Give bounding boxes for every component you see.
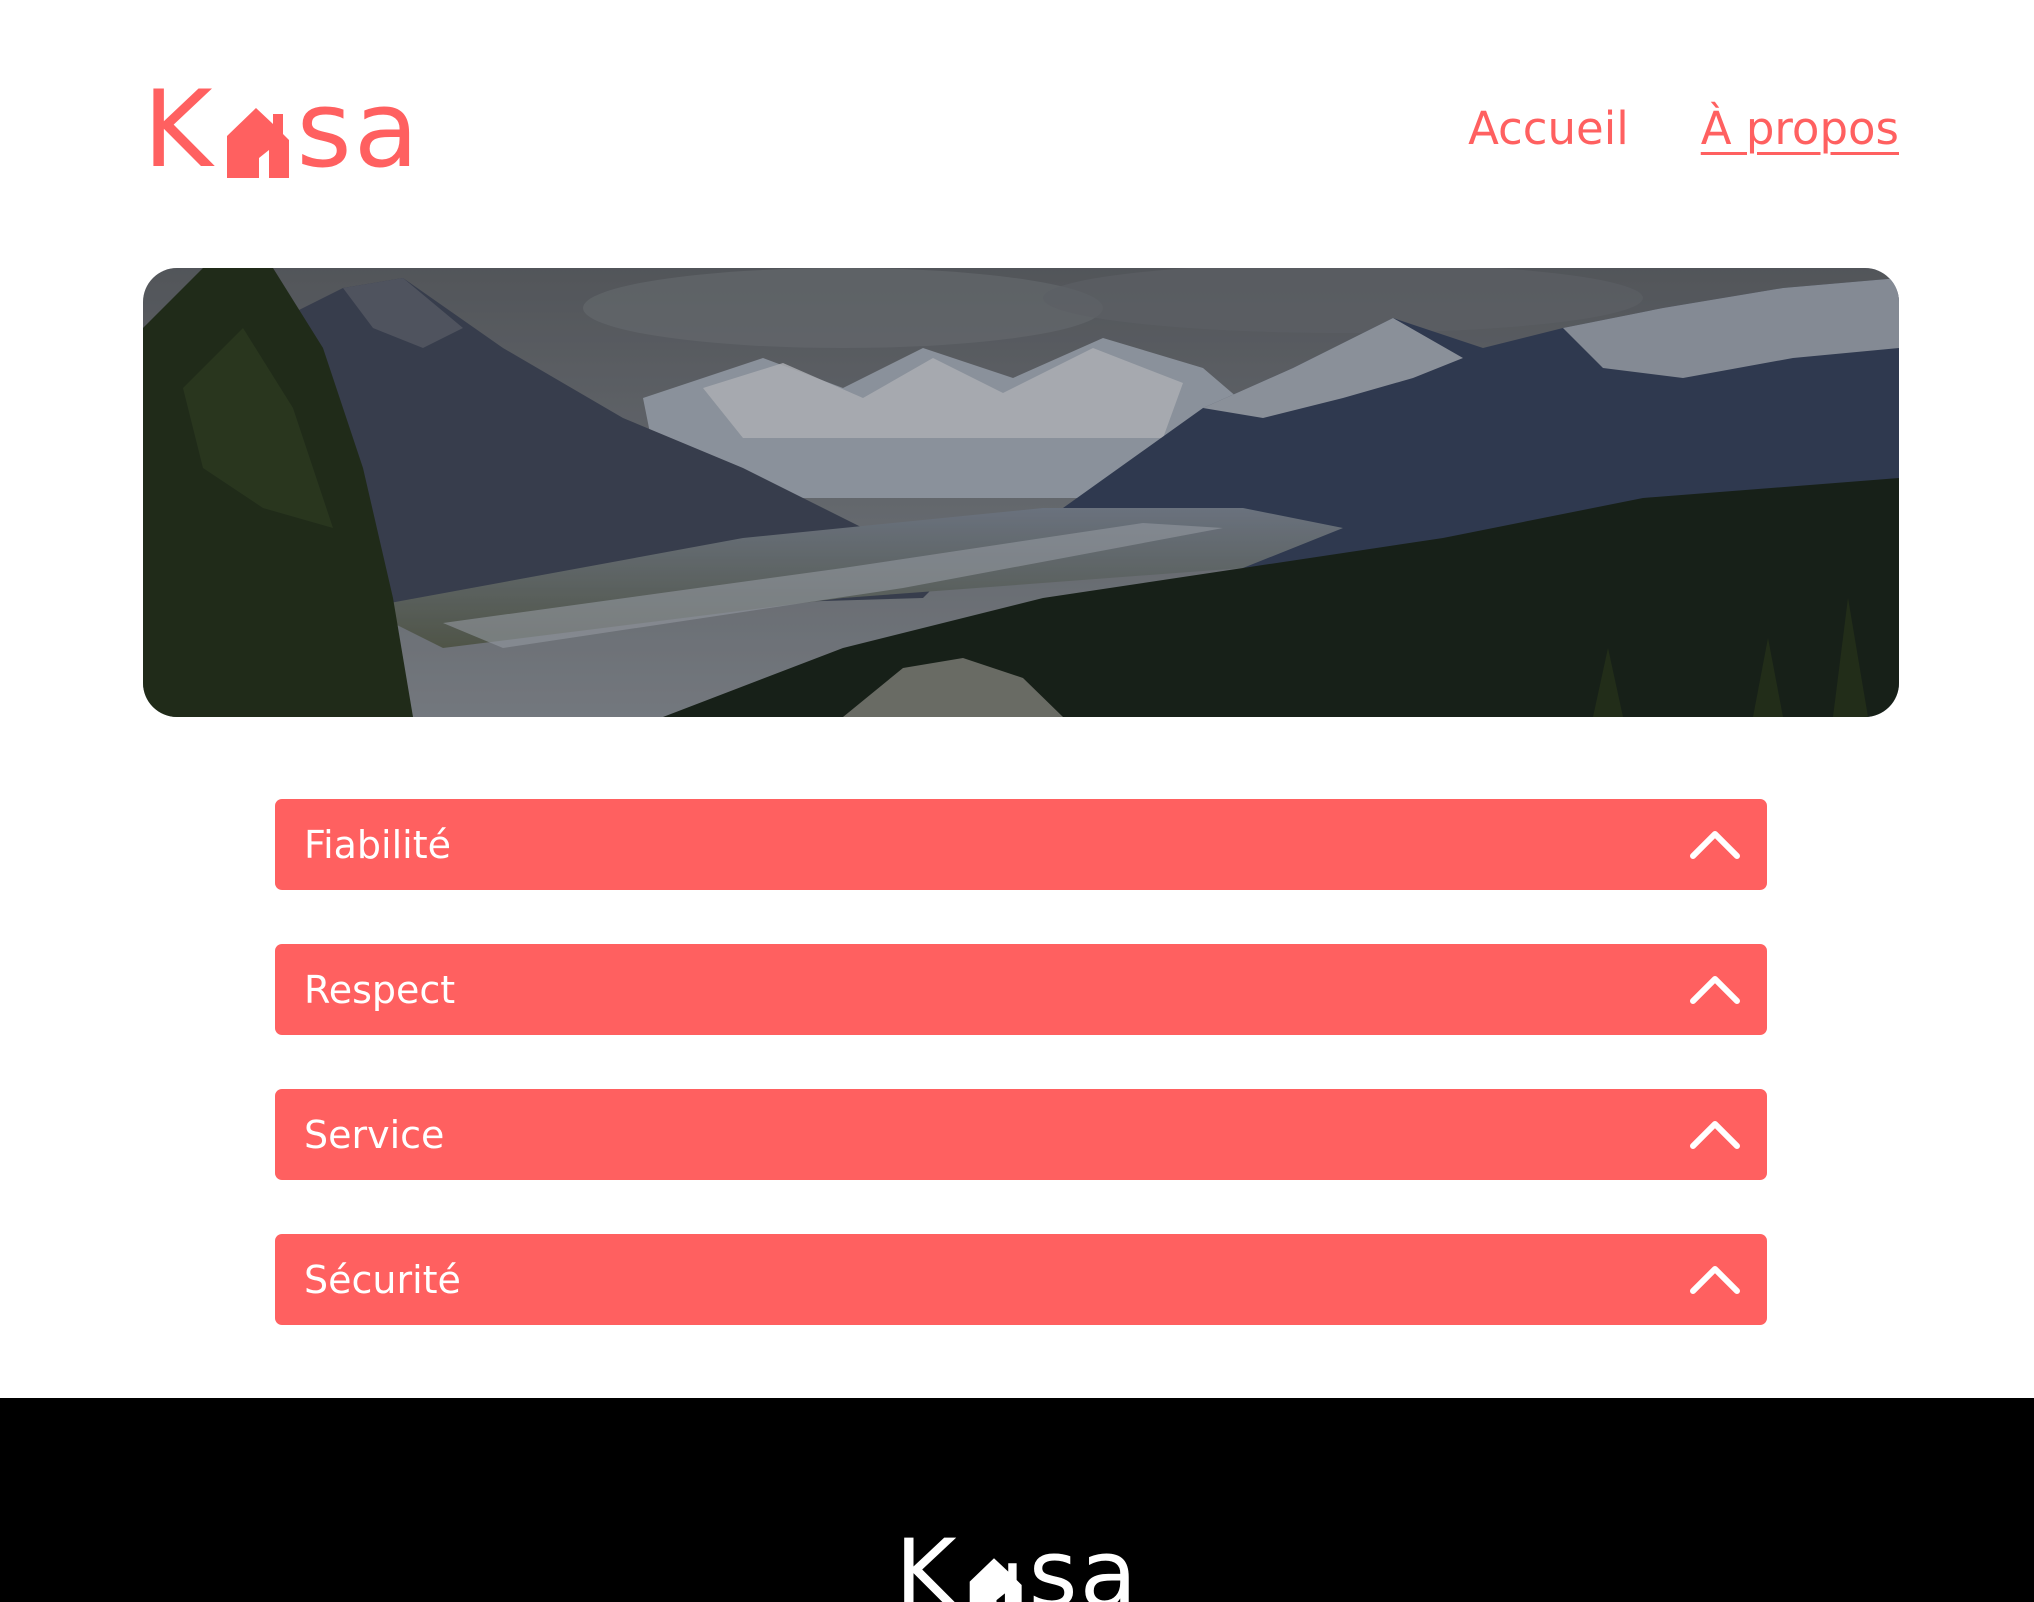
accordion-title: Service	[304, 1112, 445, 1157]
banner-image	[143, 268, 1899, 717]
chevron-up-icon[interactable]	[1689, 973, 1741, 1007]
nav-link-accueil[interactable]: Accueil	[1468, 102, 1629, 155]
kasa-logo[interactable]: K sa	[143, 68, 421, 191]
chevron-up-icon[interactable]	[1689, 828, 1741, 862]
accordion-title: Sécurité	[304, 1257, 461, 1302]
site-header: K sa Accueil À propos	[143, 68, 1899, 191]
footer-logo: K sa	[895, 1520, 1139, 1602]
site-footer: K sa	[0, 1398, 2034, 1602]
chevron-up-icon[interactable]	[1689, 1263, 1741, 1297]
logo-letter-k: K	[143, 68, 215, 191]
house-icon	[219, 102, 293, 178]
accordion-item-respect[interactable]: Respect	[275, 944, 1767, 1035]
chevron-up-icon[interactable]	[1689, 1118, 1741, 1152]
logo-letter-k: K	[895, 1520, 959, 1602]
accordion-item-fiabilite[interactable]: Fiabilité	[275, 799, 1767, 890]
accordion-item-service[interactable]: Service	[275, 1089, 1767, 1180]
accordion-item-securite[interactable]: Sécurité	[275, 1234, 1767, 1325]
house-icon	[963, 1552, 1025, 1602]
logo-letters-sa: sa	[1028, 1520, 1140, 1602]
values-accordion: Fiabilité Respect Service Sécurité	[275, 799, 1767, 1379]
logo-letters-sa: sa	[296, 68, 421, 191]
accordion-title: Fiabilité	[304, 822, 452, 867]
nav-link-a-propos[interactable]: À propos	[1701, 102, 1899, 155]
accordion-title: Respect	[304, 967, 456, 1012]
main-nav: Accueil À propos	[1468, 102, 1899, 155]
